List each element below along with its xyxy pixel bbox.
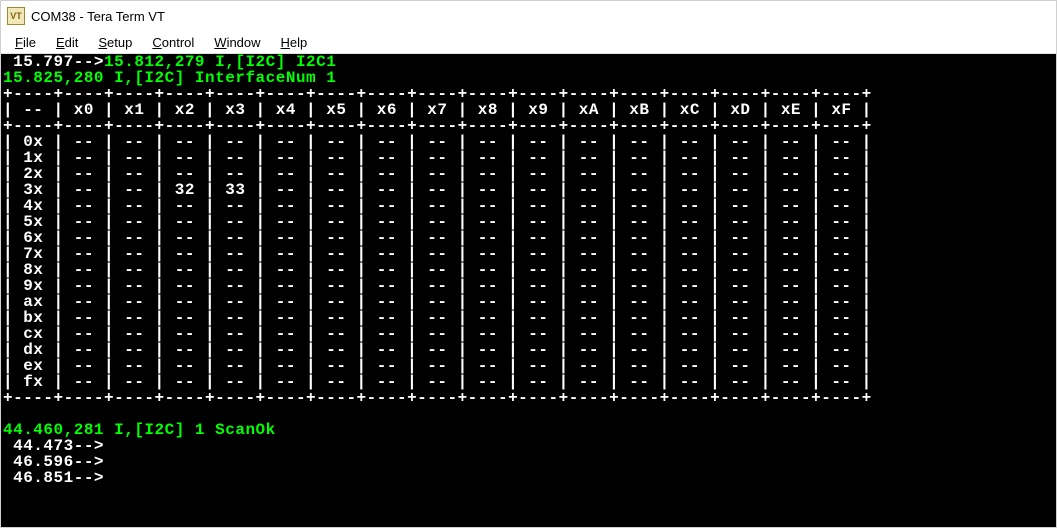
menu-setup[interactable]: Setup bbox=[88, 33, 142, 52]
terminal-output[interactable]: 15.797-->15.812,279 I,[I2C] I2C1 15.825,… bbox=[1, 54, 1056, 527]
window: VT COM38 - Tera Term VT File Edit Setup … bbox=[0, 0, 1057, 528]
window-title: COM38 - Tera Term VT bbox=[31, 9, 165, 24]
menu-control[interactable]: Control bbox=[142, 33, 204, 52]
app-icon: VT bbox=[7, 7, 25, 25]
menu-file[interactable]: File bbox=[5, 33, 46, 52]
titlebar[interactable]: VT COM38 - Tera Term VT bbox=[1, 1, 1056, 31]
menubar: File Edit Setup Control Window Help bbox=[1, 31, 1056, 54]
menu-help[interactable]: Help bbox=[271, 33, 318, 52]
menu-window[interactable]: Window bbox=[204, 33, 270, 52]
menu-edit[interactable]: Edit bbox=[46, 33, 88, 52]
